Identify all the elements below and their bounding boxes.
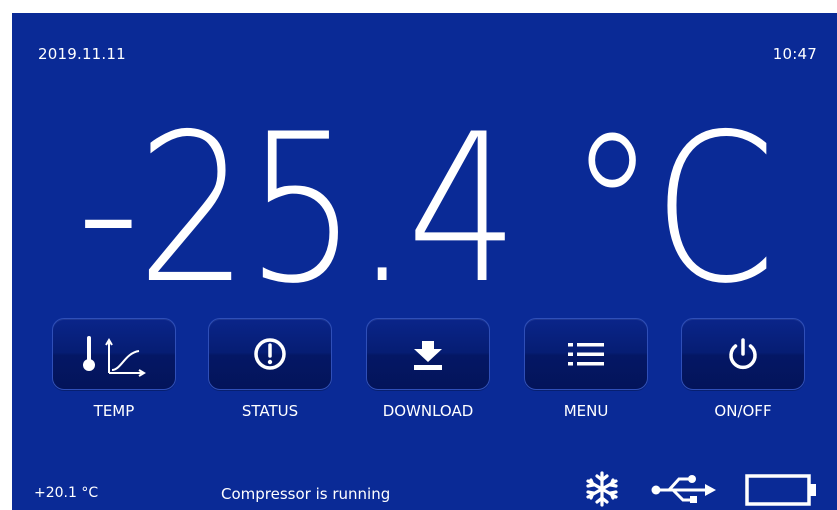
download-button[interactable] [366,318,490,390]
power-button-group: ON/OFF [681,318,805,428]
thermometer-graph-icon [83,336,146,377]
status-message: Compressor is running [221,485,391,503]
usb-icon [651,475,716,503]
battery-icon [745,474,816,506]
status-button-label: STATUS [241,402,299,420]
power-button[interactable] [681,318,805,390]
button-row: TEMP STATUS DOWNLOAD MENU ON/OFF [12,318,837,428]
time-display: 10:47 [772,45,817,63]
menu-button-group: MENU [524,318,648,428]
temp-button-group: TEMP [52,318,176,428]
download-button-group: DOWNLOAD [366,318,490,428]
temp-button-label: TEMP [93,402,135,420]
menu-icon [568,343,604,366]
status-button-group: STATUS [208,318,332,428]
menu-button-label: MENU [563,402,609,420]
temperature-readout: -25.4 °C [76,91,776,329]
download-button-label: DOWNLOAD [382,402,474,420]
snowflake-icon [586,471,618,507]
status-button[interactable] [208,318,332,390]
device-screen: 2019.11.11 10:47 -25.4 °C TEMP STATUS DO… [12,13,837,510]
menu-button[interactable] [524,318,648,390]
alert-circle-icon [254,338,286,370]
download-icon [414,341,442,370]
power-button-label: ON/OFF [714,402,772,420]
ambient-temperature: +20.1 °C [34,485,99,501]
temp-button[interactable] [52,318,176,390]
power-icon [729,338,757,370]
date-display: 2019.11.11 [38,45,126,63]
